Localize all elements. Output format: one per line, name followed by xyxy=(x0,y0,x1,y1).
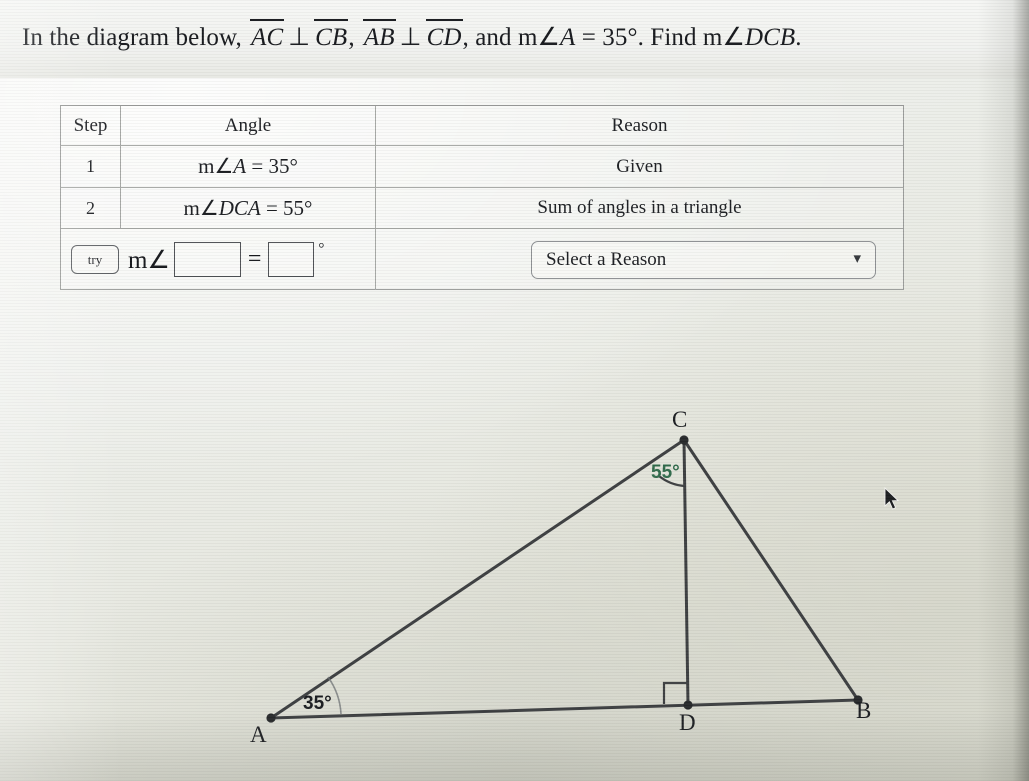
problem-statement: In the diagram below, AC ⊥ CB, AB ⊥ CD, and … xyxy=(22,23,1022,53)
table-header-row: Step Angle Reason xyxy=(61,106,903,146)
prompt-lead: In the diagram below, xyxy=(22,24,242,51)
row-1-reason: Given xyxy=(616,155,663,177)
row-2-angle: m∠DCA = 55° xyxy=(121,188,376,228)
vertex-label-b: B xyxy=(856,698,872,723)
segment-cb: CB xyxy=(315,24,348,51)
segment-ab: AB xyxy=(363,24,395,51)
prompt-comma-1: , xyxy=(348,24,355,51)
vertex-label-a: A xyxy=(250,722,267,747)
row-2-reason: Sum of angles in a triangle xyxy=(537,197,742,218)
segment-ac: AC xyxy=(251,24,284,51)
column-header-reason: Reason xyxy=(611,114,668,136)
mouse-pointer-icon xyxy=(884,487,900,510)
angle-label-55: 55° xyxy=(651,462,680,483)
reason-dropdown[interactable]: Select a Reason ▾ xyxy=(531,240,876,279)
given-equation: = 35° xyxy=(581,24,638,51)
proof-table: Step Angle Reason 1 m∠A = 35° Given 2 m∠… xyxy=(60,105,904,290)
reason-dropdown-label: Select a Reason xyxy=(546,248,667,270)
row-2-step: 2 xyxy=(61,188,121,228)
find-lead: . Find m xyxy=(637,24,723,51)
angle-symbol-find: ∠ xyxy=(722,24,745,51)
table-row: 2 m∠DCA = 55° Sum of angles in a triangl… xyxy=(61,188,903,229)
angle-symbol-given: ∠ xyxy=(537,24,561,51)
degree-symbol: ° xyxy=(318,241,325,257)
row-1-angle-var: A xyxy=(233,154,247,178)
find-variable: DCB xyxy=(744,24,796,51)
prompt-mid: , and m xyxy=(462,24,538,51)
try-button[interactable]: try xyxy=(71,245,119,274)
vertex-label-d: D xyxy=(679,710,696,735)
perpendicular-symbol-2: ⊥ xyxy=(399,24,422,51)
angle-measure-input[interactable] xyxy=(268,242,315,277)
reason-select-area: Select a Reason ▾ xyxy=(376,229,903,290)
vertex-label-c: C xyxy=(672,407,688,432)
column-header-step: Step xyxy=(61,106,121,145)
column-header-angle: Angle xyxy=(121,106,376,145)
row-2-angle-var: DCA xyxy=(218,195,261,220)
segment-cd: CD xyxy=(426,24,462,51)
angle-name-input[interactable] xyxy=(173,242,241,277)
m-angle-prefix: m∠ xyxy=(128,246,170,274)
given-variable: A xyxy=(560,24,576,51)
table-row: 1 m∠A = 35° Given xyxy=(61,146,903,188)
prompt-period: . xyxy=(795,24,802,51)
table-input-row: try m∠ = ° Select a Reason ▾ xyxy=(61,229,903,290)
equals-sign: = xyxy=(247,246,262,272)
angle-entry-area: try m∠ = ° xyxy=(61,229,376,290)
chevron-down-icon: ▾ xyxy=(853,251,861,267)
perpendicular-symbol-1: ⊥ xyxy=(288,24,311,51)
angle-label-35: 35° xyxy=(303,693,332,714)
row-1-angle: m∠A = 35° xyxy=(121,146,376,187)
row-1-step: 1 xyxy=(61,146,121,187)
